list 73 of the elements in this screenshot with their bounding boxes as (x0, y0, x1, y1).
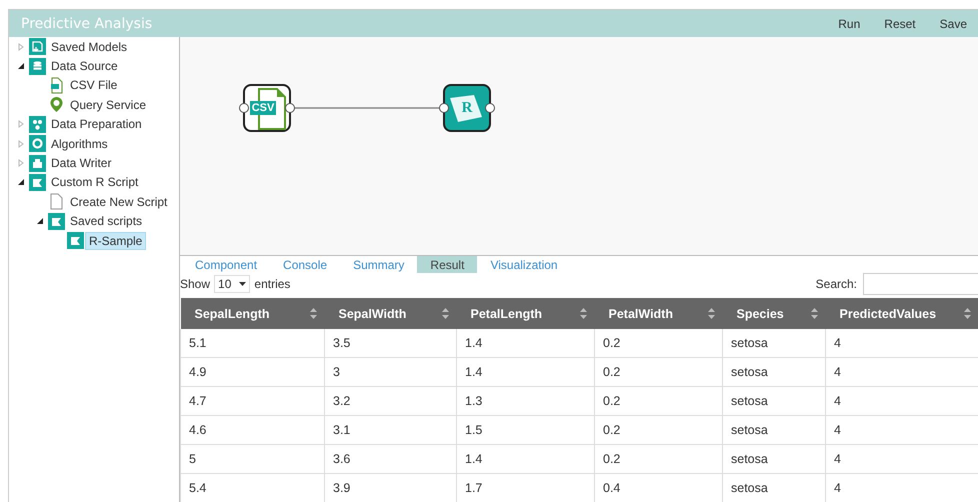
tree-item[interactable]: Saved scripts (66, 212, 146, 230)
table-cell: 1.3 (456, 386, 594, 416)
table-cell: 5.1 (180, 329, 324, 358)
toolbar-button[interactable]: Save (928, 10, 978, 37)
search-field[interactable] (863, 273, 978, 295)
table-cell: setosa (722, 358, 826, 386)
table-cell: 1.5 (456, 416, 594, 444)
window-title: Predictive Analysis (21, 16, 154, 32)
file-icon (48, 76, 65, 94)
tree-item[interactable]: Create New Script (66, 192, 172, 211)
table-cell: 0.2 (594, 329, 722, 358)
table-cell: 5.4 (180, 474, 324, 502)
table-cell: setosa (722, 386, 826, 416)
table-cell: 1.4 (456, 444, 594, 474)
column-header[interactable]: Species (722, 298, 826, 329)
tree-item[interactable]: Data Writer (47, 154, 116, 172)
table-cell: 1.4 (456, 329, 594, 358)
toolbar-button[interactable]: Reset (872, 10, 928, 37)
table-cell: 0.2 (594, 358, 722, 386)
caret-icon (239, 282, 246, 286)
tree-item[interactable]: Saved Models (47, 38, 132, 56)
tree-item[interactable]: Data Source (47, 57, 122, 76)
table-cell: 3.1 (324, 416, 456, 444)
output-port[interactable] (285, 103, 295, 113)
table-cell: setosa (722, 444, 826, 474)
column-header[interactable]: SepalWidth (324, 298, 456, 329)
node-label: R (462, 100, 472, 116)
database-icon (29, 58, 46, 75)
table-cell: 4.6 (180, 416, 324, 444)
toolbar-button[interactable]: Run (826, 10, 872, 37)
save-icon (29, 38, 46, 56)
table-cell: 3.6 (324, 444, 456, 474)
tree-item[interactable]: Custom R Script (47, 173, 142, 192)
table-cell: setosa (722, 329, 826, 358)
input-port[interactable] (439, 103, 449, 113)
table-cell: 5 (180, 444, 324, 474)
sort-icon (442, 308, 448, 319)
tab[interactable]: Result (417, 256, 478, 273)
table-cell: 0.2 (594, 386, 722, 416)
table-cell: 0.2 (594, 444, 722, 474)
column-header[interactable]: PredictedValues (826, 298, 978, 329)
sort-icon (708, 308, 714, 319)
table-cell: 3 (324, 358, 456, 386)
drawer-icon (29, 154, 46, 172)
tree-item[interactable]: Algorithms (47, 134, 112, 153)
tree-item[interactable]: R-Sample (85, 232, 146, 250)
column-header[interactable]: PetalWidth (594, 298, 722, 329)
table-cell: 4.9 (180, 358, 324, 386)
column-header[interactable]: SepalLength (180, 298, 324, 329)
sort-icon (810, 308, 818, 319)
page-size-select[interactable]: 10 (214, 275, 250, 293)
show-label: Show (180, 277, 210, 291)
sort-icon (310, 308, 316, 319)
output-port[interactable] (485, 103, 495, 113)
document-icon (48, 193, 65, 210)
tree-item[interactable]: Query Service (66, 96, 150, 114)
input-port[interactable] (239, 103, 249, 113)
entries-label: entries (254, 277, 290, 291)
tree-item[interactable]: Data Preparation (47, 115, 146, 134)
node-label: CSV (250, 101, 276, 115)
search-label: Search: (816, 277, 857, 291)
sort-icon (964, 308, 970, 319)
table-cell: 1.4 (456, 358, 594, 386)
table-cell: 3.2 (324, 386, 456, 416)
table-cell: 3.5 (324, 329, 456, 358)
column-header[interactable]: PetalLength (456, 298, 594, 329)
tree-item[interactable]: CSV File (66, 76, 122, 94)
dots-icon (29, 116, 46, 133)
pin-icon (48, 96, 65, 114)
sort-icon (580, 308, 586, 319)
table-cell: 4.7 (180, 386, 324, 416)
table-cell: setosa (722, 416, 826, 444)
table-cell: 0.2 (594, 416, 722, 444)
